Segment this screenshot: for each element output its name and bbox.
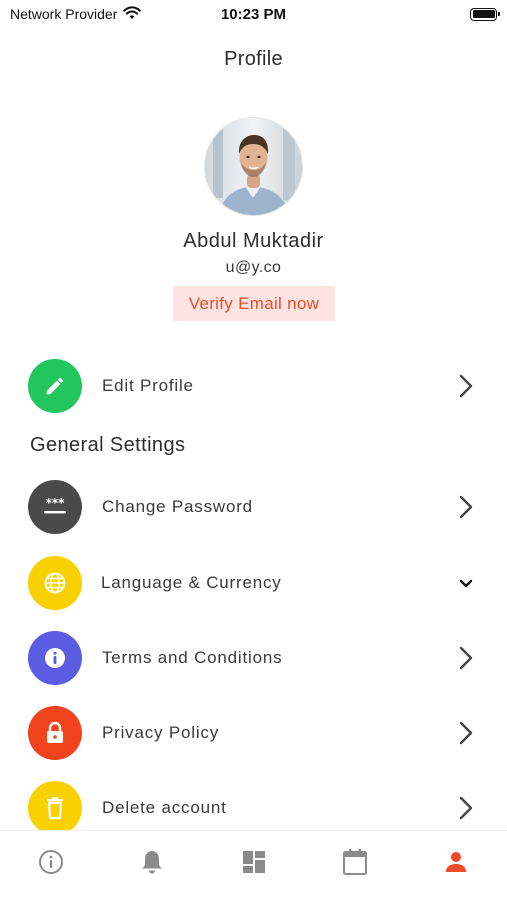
chevron-right-icon bbox=[456, 373, 476, 399]
tab-info[interactable] bbox=[0, 849, 101, 879]
terms-conditions-label: Terms and Conditions bbox=[102, 648, 283, 667]
carrier-label: Network Provider bbox=[10, 6, 118, 22]
chevron-right-icon bbox=[456, 494, 476, 520]
trash-icon bbox=[28, 781, 82, 835]
general-settings-title: General Settings bbox=[30, 434, 186, 456]
page-title: Profile bbox=[224, 48, 283, 70]
status-left: Network Provider bbox=[10, 6, 190, 23]
delete-account-row[interactable]: Delete account bbox=[28, 780, 478, 836]
svg-text:***: *** bbox=[46, 496, 66, 510]
wifi-icon bbox=[123, 6, 142, 23]
info-outline-icon bbox=[38, 849, 64, 880]
user-name: Abdul Muktadir bbox=[183, 230, 324, 252]
terms-conditions-row[interactable]: Terms and Conditions bbox=[28, 630, 478, 686]
tab-dashboard[interactable] bbox=[203, 849, 304, 879]
delete-account-label: Delete account bbox=[102, 798, 227, 817]
change-password-row[interactable]: *** Change Password bbox=[28, 479, 478, 535]
bottom-tab-bar bbox=[0, 830, 507, 900]
tab-profile[interactable] bbox=[406, 849, 507, 879]
profile-screen: Network Provider 10:23 PM Profile Abdul … bbox=[0, 0, 507, 900]
bell-icon bbox=[140, 849, 164, 880]
globe-icon bbox=[28, 556, 82, 610]
info-icon bbox=[28, 631, 82, 685]
user-email: u@y.co bbox=[225, 259, 282, 276]
privacy-policy-row[interactable]: Privacy Policy bbox=[28, 705, 478, 761]
status-bar: Network Provider 10:23 PM bbox=[0, 0, 507, 28]
avatar[interactable] bbox=[205, 118, 302, 215]
battery-icon bbox=[470, 7, 500, 21]
verify-email-button[interactable]: Verify Email now bbox=[173, 286, 335, 321]
chevron-right-icon bbox=[456, 645, 476, 671]
dashboard-icon bbox=[242, 850, 266, 879]
status-right bbox=[470, 7, 500, 21]
privacy-policy-label: Privacy Policy bbox=[102, 723, 220, 742]
calendar-icon bbox=[342, 848, 368, 881]
chevron-right-icon bbox=[456, 720, 476, 746]
password-icon: *** bbox=[28, 480, 82, 534]
chevron-down-icon bbox=[456, 570, 476, 596]
lock-icon bbox=[28, 706, 82, 760]
edit-profile-row[interactable]: Edit Profile bbox=[28, 358, 478, 414]
chevron-right-icon bbox=[456, 795, 476, 821]
language-currency-label: Language & Currency bbox=[101, 573, 282, 592]
tab-notifications[interactable] bbox=[101, 849, 202, 879]
pencil-icon bbox=[28, 359, 82, 413]
language-currency-row[interactable]: Language & Currency bbox=[28, 555, 478, 611]
edit-profile-label: Edit Profile bbox=[102, 376, 194, 395]
person-icon bbox=[444, 850, 468, 879]
change-password-label: Change Password bbox=[102, 497, 253, 516]
avatar-photo bbox=[205, 118, 302, 215]
tab-calendar[interactable] bbox=[304, 848, 405, 881]
